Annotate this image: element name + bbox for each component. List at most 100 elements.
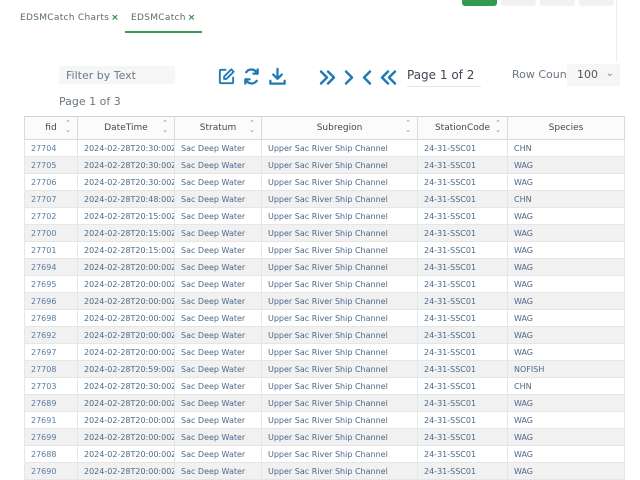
table-cell-species: CHN [507,139,625,157]
sort-icon[interactable]: ⌃ ⌄ [404,120,412,134]
table-row[interactable]: 27699 2024-02-28T20:00:00Z Sac Deep Water U… [24,428,625,446]
table-row[interactable]: 27690 2024-02-28T20:00:00Z Sac Deep Water U… [24,462,625,480]
table-cell-stratum: Sac Deep Water [174,241,262,259]
column-header-species[interactable]: Species [507,116,625,140]
edit-icon[interactable] [217,67,236,86]
table-cell-datetime: 2024-02-28T20:30:00Z [77,156,175,174]
row-count-value: 100 [577,68,598,81]
table-cell-subregion: Upper Sac River Ship Channel [261,377,418,395]
table-cell-datetime: 2024-02-28T20:00:00Z [77,411,175,429]
table-cell-stationcode: 24-31-SSC01 [417,394,508,412]
table-cell-stratum: Sac Deep Water [174,207,262,225]
table-cell-fid: 27706 [24,173,78,191]
column-header-stratum[interactable]: Stratum ⌃ ⌄ [174,116,262,140]
sort-icon[interactable]: ⌃ ⌄ [494,120,502,134]
sort-icon[interactable]: ⌃ ⌄ [64,120,72,134]
table-cell-subregion: Upper Sac River Ship Channel [261,258,418,276]
table-row[interactable]: 27708 2024-02-28T20:59:00Z Sac Deep Water U… [24,360,625,378]
column-header-fid[interactable]: fid ⌃ ⌄ [24,116,78,140]
column-header-datetime[interactable]: DateTime ⌃ ⌄ [77,116,175,140]
table-cell-stationcode: 24-31-SSC01 [417,156,508,174]
table-row[interactable]: 27692 2024-02-28T20:00:00Z Sac Deep Water U… [24,326,625,344]
table-row[interactable]: 27704 2024-02-28T20:30:00Z Sac Deep Water U… [24,139,625,157]
table-cell-stratum: Sac Deep Water [174,156,262,174]
close-icon[interactable]: × [188,13,196,23]
table-cell-stationcode: 24-31-SSC01 [417,445,508,463]
data-table: fid ⌃ ⌄ DateTime ⌃ ⌄ Stratum ⌃ ⌄ Subregion ⌃ ⌄ Stati… [24,116,625,480]
table-cell-stationcode: 24-31-SSC01 [417,224,508,242]
table-body: 27704 2024-02-28T20:30:00Z Sac Deep Water U… [24,139,625,480]
previous-page-icon[interactable] [361,69,373,86]
table-cell-stratum: Sac Deep Water [174,411,262,429]
first-page-icon[interactable] [380,69,397,86]
close-icon[interactable]: × [111,13,119,23]
table-cell-datetime: 2024-02-28T20:00:00Z [77,275,175,293]
table-cell-stratum: Sac Deep Water [174,360,262,378]
table-row[interactable]: 27695 2024-02-28T20:00:00Z Sac Deep Water U… [24,275,625,293]
table-cell-species: WAG [507,394,625,412]
table-row[interactable]: 27706 2024-02-28T20:30:00Z Sac Deep Water U… [24,173,625,191]
table-cell-stationcode: 24-31-SSC01 [417,326,508,344]
table-cell-species: CHN [507,377,625,395]
table-cell-stratum: Sac Deep Water [174,190,262,208]
table-row[interactable]: 27703 2024-02-28T20:30:00Z Sac Deep Water U… [24,377,625,395]
table-cell-stratum: Sac Deep Water [174,394,262,412]
tab-bar: EDSMCatch Charts × EDSMCatch × [14,8,202,33]
table-cell-stationcode: 24-31-SSC01 [417,411,508,429]
next-page-icon[interactable] [343,69,355,86]
table-row[interactable]: 27691 2024-02-28T20:00:00Z Sac Deep Water U… [24,411,625,429]
table-row[interactable]: 27696 2024-02-28T20:00:00Z Sac Deep Water U… [24,292,625,310]
table-cell-species: WAG [507,428,625,446]
table-row[interactable]: 27702 2024-02-28T20:15:00Z Sac Deep Water U… [24,207,625,225]
column-header-label: Subregion [316,123,363,133]
table-cell-stationcode: 24-31-SSC01 [417,207,508,225]
top-button-2[interactable] [501,0,536,6]
download-icon[interactable] [268,67,287,86]
table-cell-stratum: Sac Deep Water [174,377,262,395]
table-row[interactable]: 27701 2024-02-28T20:15:00Z Sac Deep Water U… [24,241,625,259]
table-cell-stationcode: 24-31-SSC01 [417,360,508,378]
table-cell-subregion: Upper Sac River Ship Channel [261,292,418,310]
chevron-down-icon: ⌄ [605,68,614,79]
column-header-label: fid [45,123,57,133]
table-cell-datetime: 2024-02-28T20:00:00Z [77,445,175,463]
filter-input[interactable] [59,66,175,84]
sort-icon[interactable]: ⌃ ⌄ [161,120,169,134]
refresh-icon[interactable] [242,67,261,86]
primary-top-button[interactable] [462,0,497,6]
top-button-3[interactable] [540,0,575,6]
table-cell-fid: 27705 [24,156,78,174]
table-row[interactable]: 27689 2024-02-28T20:00:00Z Sac Deep Water U… [24,394,625,412]
page-info-small: Page 1 of 3 [59,95,121,108]
column-header-stationcode[interactable]: StationCode ⌃ ⌄ [417,116,508,140]
top-button-4[interactable] [579,0,614,6]
table-row[interactable]: 27694 2024-02-28T20:00:00Z Sac Deep Water U… [24,258,625,276]
sort-icon[interactable]: ⌃ ⌄ [248,120,256,134]
table-row[interactable]: 27705 2024-02-28T20:30:00Z Sac Deep Water U… [24,156,625,174]
table-cell-fid: 27692 [24,326,78,344]
table-row[interactable]: 27700 2024-02-28T20:15:00Z Sac Deep Water U… [24,224,625,242]
table-row[interactable]: 27688 2024-02-28T20:00:00Z Sac Deep Water U… [24,445,625,463]
table-cell-fid: 27702 [24,207,78,225]
table-cell-datetime: 2024-02-28T20:00:00Z [77,394,175,412]
column-header-subregion[interactable]: Subregion ⌃ ⌄ [261,116,418,140]
row-count-select[interactable]: 100 ⌄ [567,64,620,86]
table-header-row: fid ⌃ ⌄ DateTime ⌃ ⌄ Stratum ⌃ ⌄ Subregion ⌃ ⌄ Stati… [24,116,625,140]
table-cell-fid: 27695 [24,275,78,293]
table-cell-stratum: Sac Deep Water [174,275,262,293]
table-row[interactable]: 27697 2024-02-28T20:00:00Z Sac Deep Water U… [24,343,625,361]
tab-edsmcatch[interactable]: EDSMCatch × [125,8,202,33]
table-cell-stationcode: 24-31-SSC01 [417,258,508,276]
table-cell-datetime: 2024-02-28T20:00:00Z [77,292,175,310]
table-cell-species: WAG [507,411,625,429]
table-cell-subregion: Upper Sac River Ship Channel [261,224,418,242]
table-cell-subregion: Upper Sac River Ship Channel [261,343,418,361]
tab-edsmcatch-charts[interactable]: EDSMCatch Charts × [14,8,125,31]
table-cell-fid: 27698 [24,309,78,327]
last-page-icon[interactable] [319,69,336,86]
table-cell-fid: 27696 [24,292,78,310]
table-cell-datetime: 2024-02-28T20:00:00Z [77,343,175,361]
column-header-label: StationCode [434,123,491,133]
table-row[interactable]: 27698 2024-02-28T20:00:00Z Sac Deep Water U… [24,309,625,327]
table-row[interactable]: 27707 2024-02-28T20:48:00Z Sac Deep Water U… [24,190,625,208]
